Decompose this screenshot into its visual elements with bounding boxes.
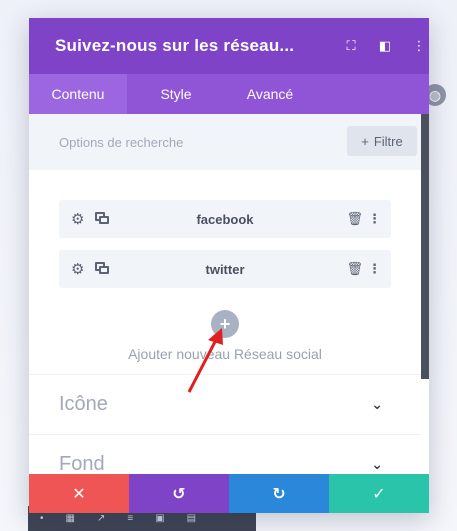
sidebar-layout-icon[interactable]: ◧ <box>377 38 393 54</box>
discard-button[interactable]: ✕ <box>29 474 129 513</box>
section-title: Icône <box>59 393 108 415</box>
undo-icon: ↺ <box>172 485 186 503</box>
plus-icon: + <box>361 133 369 149</box>
duplicate-icon[interactable] <box>95 262 109 274</box>
panel-title: Suivez-nous sur les réseau... <box>55 36 295 55</box>
search-options-bar: Options de recherche + Filtre <box>29 114 429 170</box>
redo-button[interactable]: ↻ <box>229 474 329 513</box>
gear-icon[interactable]: ⚙ <box>71 210 84 228</box>
undo-button[interactable]: ↺ <box>129 474 229 513</box>
more-vertical-icon[interactable]: ⋮ <box>368 211 381 227</box>
list-item[interactable]: ⚙ twitter 🗑 ⋮ <box>59 250 391 288</box>
list-item[interactable]: ⚙ facebook 🗑 ⋮ <box>59 200 391 238</box>
link-icon: ↗ <box>96 513 106 524</box>
chevron-down-icon: ⌄ <box>371 456 383 472</box>
redo-icon: ↻ <box>272 485 286 503</box>
panel-header: Suivez-nous sur les réseau... ⛶ ◧ ⋮ <box>29 18 429 74</box>
filter-button[interactable]: + Filtre <box>347 126 417 156</box>
grid-icon: ▦ <box>65 513 75 524</box>
tab-style[interactable]: Style <box>127 74 225 114</box>
tab-contenu[interactable]: Contenu <box>29 74 127 114</box>
dot-icon: • <box>40 513 44 524</box>
panel-footer: ✕ ↺ ↻ ✓ <box>29 474 429 513</box>
trash-icon[interactable]: 🗑 <box>346 211 363 227</box>
tab-avance[interactable]: Avancé <box>225 74 315 114</box>
page-icon: ▤ <box>186 513 197 524</box>
more-vertical-icon[interactable]: ⋮ <box>411 38 427 54</box>
chevron-down-icon: ⌄ <box>371 396 383 412</box>
duplicate-icon[interactable] <box>95 212 109 224</box>
check-icon: ✓ <box>372 485 386 503</box>
more-vertical-icon[interactable]: ⋮ <box>368 261 381 277</box>
add-item-button[interactable]: + <box>211 310 239 338</box>
trash-icon[interactable]: 🗑 <box>346 261 363 277</box>
search-input[interactable]: Options de recherche <box>59 135 183 150</box>
box-icon: ▣ <box>155 513 165 524</box>
social-networks-list: ⚙ facebook 🗑 ⋮ ⚙ twitter 🗑 ⋮ + Ajouter n… <box>29 170 429 390</box>
section-title: Fond <box>59 453 105 475</box>
gear-icon[interactable]: ⚙ <box>71 260 84 278</box>
filter-button-label: Filtre <box>373 133 403 149</box>
add-item-label[interactable]: Ajouter nouveau Réseau social <box>29 346 421 362</box>
close-icon: ✕ <box>72 485 86 503</box>
panel-tabs: Contenu Style Avancé <box>29 74 429 114</box>
section-icone[interactable]: Icône ⌄ <box>29 374 421 434</box>
scrollbar[interactable] <box>421 114 429 379</box>
layers-icon: ≡ <box>127 513 134 524</box>
expand-icon[interactable]: ⛶ <box>343 38 359 54</box>
save-button[interactable]: ✓ <box>329 474 429 513</box>
module-settings-panel: Suivez-nous sur les réseau... ⛶ ◧ ⋮ Cont… <box>29 18 429 513</box>
